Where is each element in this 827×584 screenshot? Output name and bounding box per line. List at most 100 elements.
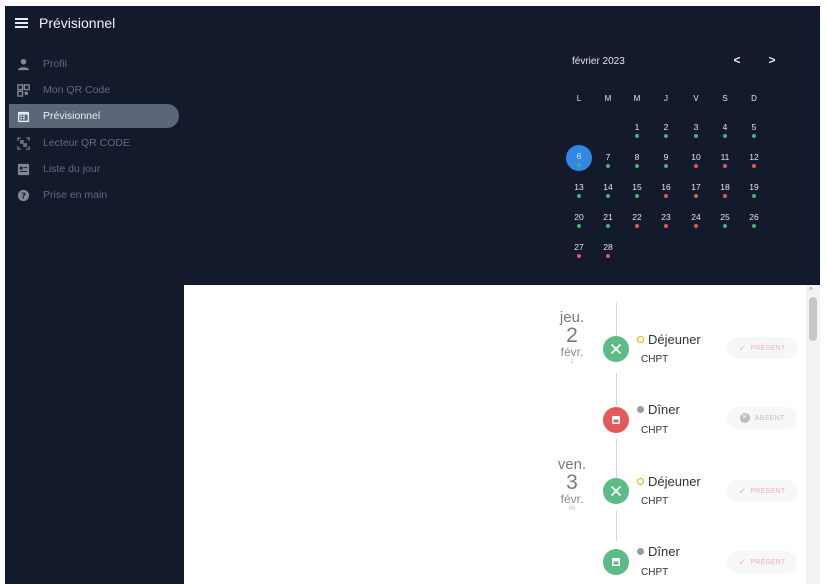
help-icon: ? [16,188,30,202]
weekday-header: S [722,94,728,103]
status-absent-button[interactable]: ✕ ABSENT [727,407,797,429]
tray-icon [603,549,629,575]
status-present-button[interactable]: ✓ PRÉSENT [727,480,797,502]
calendar-day-dot [577,194,581,198]
top-bar: Prévisionnel [5,6,820,40]
calendar-day[interactable]: 3 [684,119,708,143]
calendar-day[interactable]: 21 [596,209,620,233]
calendar-day-dot [606,254,610,258]
calendar-day[interactable]: 27 [567,239,591,263]
calendar-day[interactable]: 23 [654,209,678,233]
chevron-left-icon[interactable]: < [730,53,744,67]
calendar-month-label: février 2023 [572,56,625,67]
calendar-day[interactable]: 9 [654,149,678,173]
calendar-day[interactable]: 18 [713,179,737,203]
calendar-day[interactable]: 7 [596,149,620,173]
calendar-day-dot [606,164,610,168]
sidebar-item-lecteur-qr-code[interactable]: Lecteur QR CODE [9,131,179,155]
sidebar-item-liste-du-jour[interactable]: Liste du jour [9,157,179,181]
calendar-day-dot [664,224,668,228]
calendar-day-number: 14 [603,182,613,192]
status-dot [637,478,644,485]
calendar-day-number: 16 [661,182,671,192]
calendar-day[interactable]: 5 [742,119,766,143]
calendar-day[interactable]: 22 [625,209,649,233]
day-number: 3 [566,471,578,494]
weekday-header: D [751,94,757,103]
sidebar-item-label: Prise en main [43,189,108,201]
calendar-day-dot [694,194,698,198]
close-icon: ✕ [739,413,750,423]
calendar-day[interactable]: 4 [713,119,737,143]
calendar-day-dot [635,164,639,168]
day-month: févr. [560,492,584,506]
calendar-day-dot [752,194,756,198]
calendar-day[interactable]: 6 [566,145,592,171]
sidebar-item-previsionnel[interactable]: Prévisionnel [9,104,179,128]
calendar-day[interactable]: 13 [567,179,591,203]
utensils-icon [603,336,629,362]
calendar-day[interactable]: 15 [625,179,649,203]
status-present-button[interactable]: ✓ PRÉSENT [727,551,797,573]
timeline-line [616,511,617,541]
sidebar-item-mon-qr-code[interactable]: Mon QR Code [9,78,179,102]
calendar-day-number: 17 [691,182,701,192]
menu-icon[interactable] [15,18,28,28]
day-month: févr. [560,345,584,359]
status-label: ABSENT [754,414,785,422]
calendar-day-number: 20 [574,212,584,222]
calendar-day-dot [577,163,581,167]
calendar-day[interactable]: 10 [684,149,708,173]
svg-text:?: ? [21,190,26,200]
calendar-day-number: 21 [603,212,613,222]
scroll-up-arrow-icon[interactable]: ^ [809,286,813,295]
calendar-day[interactable]: 14 [596,179,620,203]
qr-scanner-icon [16,136,30,150]
calendar-day-dot [723,164,727,168]
calendar-day-number: 10 [691,152,701,162]
calendar-day[interactable]: 8 [625,149,649,173]
status-label: PRÉSENT [750,558,786,566]
calendar-day-dot [752,164,756,168]
scrollbar[interactable]: ^ [806,285,820,584]
calendar-day-number: 24 [691,212,701,222]
calendar-day[interactable]: 19 [742,179,766,203]
calendar-icon [16,109,30,123]
calendar-day-dot [752,224,756,228]
status-present-button[interactable]: ✓ PRÉSENT [727,337,797,359]
meal-title: Déjeuner [637,332,701,347]
calendar-day[interactable]: 28 [596,239,620,263]
calendar-day[interactable]: 16 [654,179,678,203]
calendar-day-dot [752,134,756,138]
meal-title: Déjeuner [637,474,701,489]
calendar-day-number: 25 [720,212,730,222]
calendar-day-number: 5 [751,122,757,132]
sidebar-item-prise-en-main[interactable]: ? Prise en main [9,183,179,207]
calendar-day-dot [664,164,668,168]
calendar-day-dot [723,224,727,228]
calendar-day-number: 22 [632,212,642,222]
status-label: PRÉSENT [750,344,786,352]
calendar-day-dot [635,134,639,138]
meal-title-text: Déjeuner [648,332,701,347]
calendar-day[interactable]: 2 [654,119,678,143]
utensils-icon [603,478,629,504]
calendar-day[interactable]: 17 [684,179,708,203]
calendar-day[interactable]: 12 [742,149,766,173]
sidebar-item-label: Prévisionnel [43,110,101,122]
status-dot [637,406,644,413]
scrollbar-thumb[interactable] [809,297,817,341]
calendar-day-number: 19 [749,182,759,192]
calendar-day[interactable]: 24 [684,209,708,233]
calendar-day[interactable]: 26 [742,209,766,233]
calendar-day[interactable]: 20 [567,209,591,233]
calendar-day-number: 3 [693,122,699,132]
chevron-right-icon[interactable]: > [765,53,779,67]
calendar-day[interactable]: 25 [713,209,737,233]
sidebar-item-label: Profil [43,58,67,70]
calendar-day[interactable]: 11 [713,149,737,173]
sidebar-item-profil[interactable]: Profil [9,52,179,76]
day-subtext: IN [569,506,575,512]
calendar-day[interactable]: 1 [625,119,649,143]
meal-site: CHPT [641,425,669,436]
